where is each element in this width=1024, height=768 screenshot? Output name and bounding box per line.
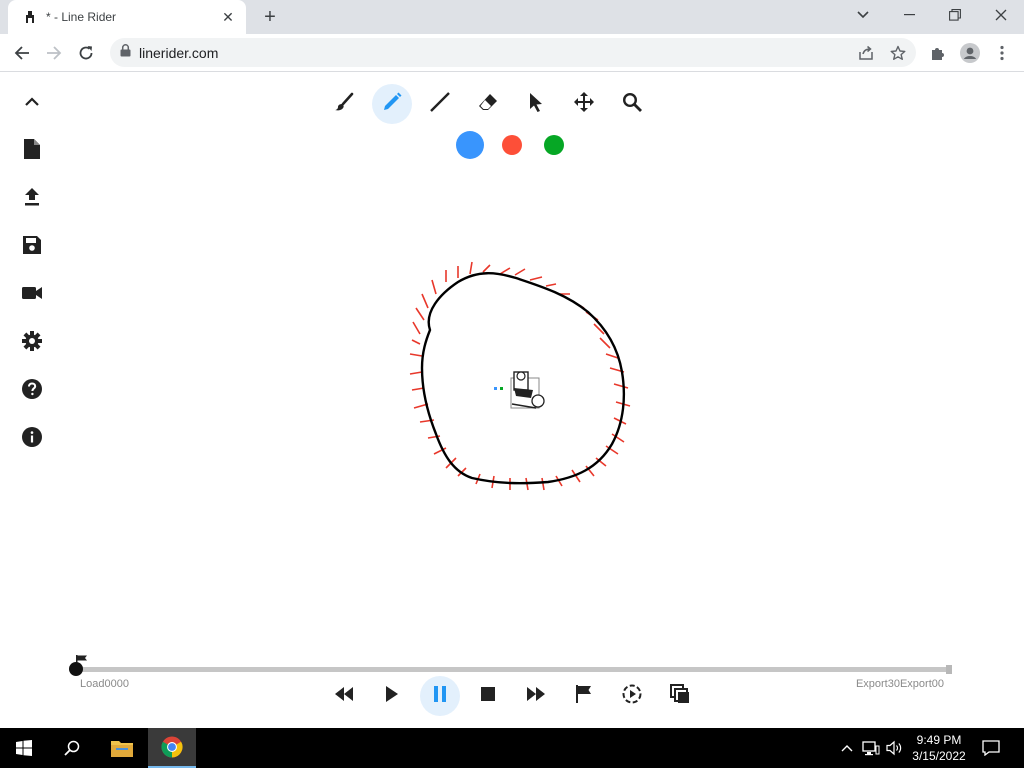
timeline-start-label: Load0000 bbox=[80, 678, 129, 690]
clock-date: 3/15/2022 bbox=[912, 749, 966, 763]
new-file-icon bbox=[24, 138, 40, 164]
clock-time: 9:49 PM bbox=[916, 733, 962, 747]
timeline-scrubber[interactable] bbox=[69, 662, 83, 676]
track-canvas[interactable] bbox=[0, 72, 1024, 728]
tab-title: * - Line Rider bbox=[46, 10, 117, 24]
browser-toolbar: linerider.com bbox=[0, 34, 1024, 72]
upload-icon bbox=[24, 187, 40, 211]
play-button[interactable] bbox=[372, 676, 412, 716]
browser-tab-strip: * - Line Rider ✕ + bbox=[0, 0, 1024, 34]
zoom-tool-button[interactable] bbox=[612, 84, 652, 124]
pan-icon bbox=[574, 91, 594, 117]
new-track-button[interactable] bbox=[16, 135, 48, 167]
chrome-menu-icon[interactable] bbox=[988, 39, 1016, 67]
eraser-icon bbox=[478, 92, 498, 117]
taskbar-clock[interactable]: 9:49 PM 3/15/2022 bbox=[906, 732, 972, 764]
line-color-green-swatch[interactable] bbox=[544, 135, 564, 155]
collapse-menu-button[interactable] bbox=[16, 87, 48, 119]
settings-button[interactable] bbox=[16, 327, 48, 359]
rewind-button[interactable] bbox=[324, 676, 364, 716]
profile-avatar-icon[interactable] bbox=[956, 39, 984, 67]
line-icon bbox=[430, 91, 450, 117]
timeline-track[interactable] bbox=[76, 667, 950, 672]
file-explorer-icon[interactable] bbox=[98, 728, 146, 768]
tab-close-icon[interactable]: ✕ bbox=[220, 9, 236, 25]
onion-skin-button[interactable] bbox=[660, 676, 700, 716]
address-bar[interactable]: linerider.com bbox=[110, 38, 916, 67]
extensions-puzzle-icon[interactable] bbox=[924, 39, 952, 67]
flag-icon bbox=[576, 684, 592, 708]
forward-arrow-icon[interactable] bbox=[40, 39, 68, 67]
pencil-icon bbox=[382, 92, 402, 117]
timeline-end-marker[interactable] bbox=[946, 665, 952, 674]
brush-icon bbox=[334, 92, 354, 117]
fast-forward-icon bbox=[526, 686, 546, 706]
collapse-icon bbox=[25, 94, 39, 112]
slow-motion-icon bbox=[622, 684, 642, 709]
rewind-icon bbox=[334, 686, 354, 706]
eraser-tool-button[interactable] bbox=[468, 84, 508, 124]
lock-icon[interactable] bbox=[120, 43, 131, 62]
browser-tab[interactable]: * - Line Rider ✕ bbox=[8, 0, 246, 34]
flag-button[interactable] bbox=[564, 676, 604, 716]
info-button[interactable] bbox=[16, 423, 48, 455]
onion-skin-icon bbox=[670, 683, 690, 709]
share-icon[interactable] bbox=[852, 39, 880, 67]
line-color-blue-swatch[interactable] bbox=[456, 131, 484, 159]
tray-overflow-chevron-icon[interactable] bbox=[838, 728, 856, 768]
pencil-tool-button[interactable] bbox=[372, 84, 412, 124]
stop-icon bbox=[481, 686, 495, 706]
stop-button[interactable] bbox=[468, 676, 508, 716]
windows-taskbar: 9:49 PM 3/15/2022 bbox=[0, 728, 1024, 768]
brush-tool-button[interactable] bbox=[324, 84, 364, 124]
line-rider-app: Load0000 Export30Export00 bbox=[0, 72, 1024, 728]
save-track-button[interactable] bbox=[16, 231, 48, 263]
select-tool-button[interactable] bbox=[516, 84, 556, 124]
help-button[interactable] bbox=[16, 375, 48, 407]
timeline-end-label: Export30Export00 bbox=[855, 678, 944, 690]
url-text: linerider.com bbox=[139, 44, 219, 61]
search-icon[interactable] bbox=[48, 728, 96, 768]
windows-start-icon[interactable] bbox=[0, 728, 48, 768]
tab-search-chevron-icon[interactable] bbox=[840, 0, 886, 30]
minimize-window-icon[interactable] bbox=[886, 0, 932, 30]
notifications-icon[interactable] bbox=[980, 728, 1002, 768]
network-icon[interactable] bbox=[860, 728, 882, 768]
pan-tool-button[interactable] bbox=[564, 84, 604, 124]
info-icon bbox=[22, 426, 42, 452]
save-icon bbox=[23, 235, 41, 259]
slow-motion-button[interactable] bbox=[612, 676, 652, 716]
zoom-icon bbox=[622, 92, 642, 117]
play-icon bbox=[385, 685, 399, 707]
reload-icon[interactable] bbox=[72, 39, 100, 67]
line-tool-button[interactable] bbox=[420, 84, 460, 124]
help-icon bbox=[22, 378, 42, 404]
restore-window-icon[interactable] bbox=[932, 0, 978, 30]
fast-forward-button[interactable] bbox=[516, 676, 556, 716]
line-color-red-swatch[interactable] bbox=[502, 135, 522, 155]
video-camera-icon bbox=[22, 286, 42, 305]
pause-icon bbox=[433, 685, 447, 707]
new-tab-button[interactable]: + bbox=[258, 6, 282, 28]
settings-gear-icon bbox=[22, 330, 42, 356]
volume-icon[interactable] bbox=[884, 728, 906, 768]
back-arrow-icon[interactable] bbox=[8, 39, 36, 67]
bookmark-star-icon[interactable] bbox=[884, 39, 912, 67]
record-video-button[interactable] bbox=[16, 279, 48, 311]
load-track-button[interactable] bbox=[16, 183, 48, 215]
chrome-taskbar-icon[interactable] bbox=[148, 728, 196, 768]
close-window-icon[interactable] bbox=[978, 0, 1024, 30]
pause-button[interactable] bbox=[420, 676, 460, 716]
select-pointer-icon bbox=[528, 92, 544, 117]
line-rider-favicon-icon bbox=[22, 9, 38, 25]
rider-sprite bbox=[494, 371, 545, 409]
